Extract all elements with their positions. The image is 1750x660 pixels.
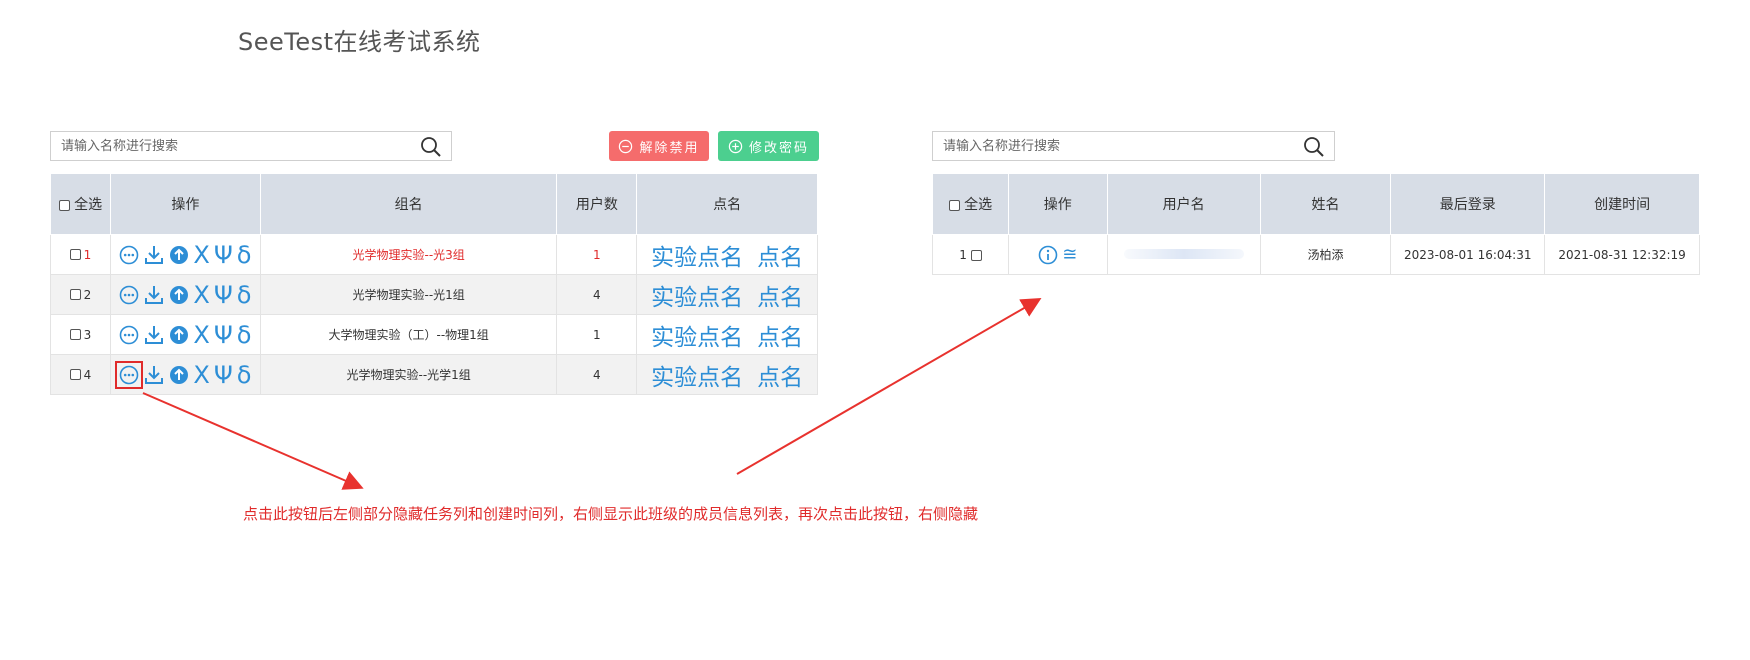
annotation-text: 点击此按钮后左侧部分隐藏任务列和创建时间列，右侧显示此班级的成员信息列表，再次点… xyxy=(243,505,979,523)
arrow-to-member-table xyxy=(736,297,1042,475)
annotation-arrows xyxy=(142,297,1042,490)
arrow-to-annotation xyxy=(142,392,364,490)
